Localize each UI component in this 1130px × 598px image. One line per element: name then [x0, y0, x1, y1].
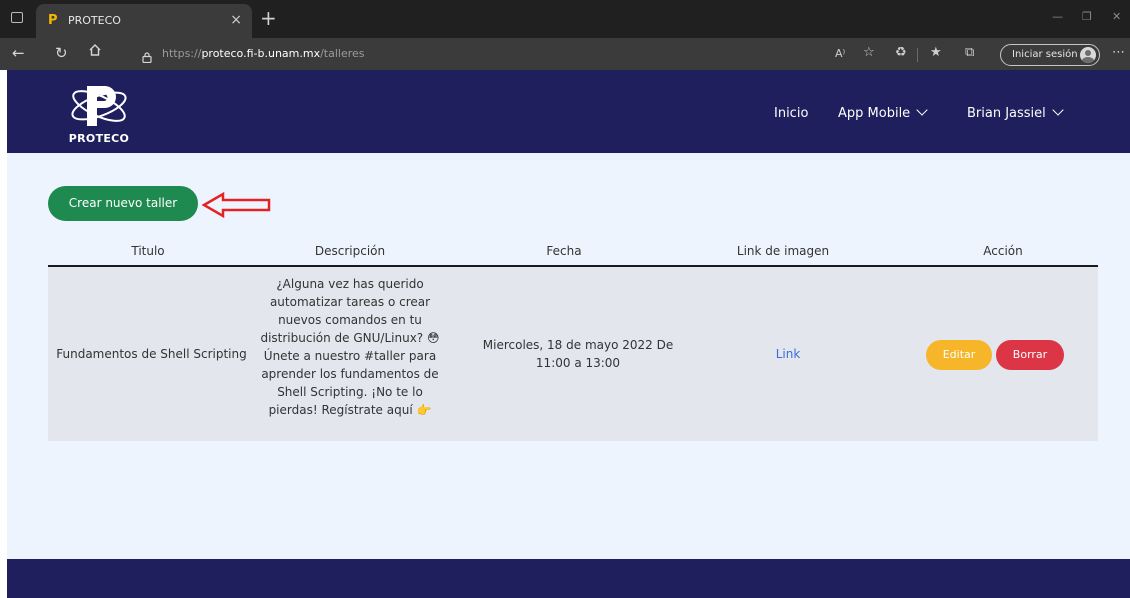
tab-actions-icon[interactable]	[11, 12, 23, 23]
tab-title: PROTECO	[68, 14, 121, 27]
close-tab-icon[interactable]: ×	[230, 12, 242, 28]
browser-tab[interactable]: P PROTECO ×	[36, 4, 252, 38]
lock-icon[interactable]	[142, 48, 152, 64]
page-content: PROTECO Inicio App Mobile Brian Jassiel …	[7, 70, 1130, 598]
favorite-add-icon[interactable]: ☆	[863, 45, 875, 60]
proteco-logo[interactable]: PROTECO	[59, 80, 139, 146]
proteco-logo-icon	[71, 86, 127, 126]
create-workshop-button[interactable]: Crear nuevo taller	[48, 186, 198, 221]
favorites-icon[interactable]: ★	[930, 45, 942, 60]
address-bar: ← ↻ https://proteco.fi-b.unam.mx/tallere…	[0, 38, 1130, 70]
refresh-icon[interactable]: ↻	[55, 44, 68, 62]
edit-button[interactable]: Editar	[926, 340, 992, 370]
column-header-accion: Acción	[983, 244, 1023, 258]
red-arrow-annotation	[201, 191, 271, 219]
new-tab-icon[interactable]: +	[260, 6, 277, 30]
signin-label: Iniciar sesión	[1012, 49, 1078, 60]
column-header-fecha: Fecha	[546, 244, 582, 258]
back-icon[interactable]: ←	[12, 44, 25, 62]
logo-text: PROTECO	[68, 132, 130, 145]
site-footer	[7, 559, 1130, 598]
proteco-favicon-icon: P	[48, 13, 58, 28]
restore-icon[interactable]: ❐	[1082, 10, 1092, 23]
column-header-descripcion: Descripción	[314, 244, 386, 258]
chevron-down-icon	[916, 104, 928, 116]
minimize-icon[interactable]: —	[1052, 10, 1063, 23]
table-row: Fundamentos de Shell Scripting ¿Alguna v…	[48, 267, 1098, 441]
profile-icon	[1080, 47, 1096, 63]
url-field[interactable]: https://proteco.fi-b.unam.mx/talleres	[162, 47, 365, 60]
cell-descripcion: ¿Alguna vez has querido automatizar tare…	[260, 277, 440, 417]
browser-tab-bar: P PROTECO × + — ❐ ✕	[0, 0, 1130, 38]
nav-link-app-mobile[interactable]: App Mobile	[838, 104, 928, 121]
column-header-titulo: Titulo	[131, 244, 165, 258]
more-icon[interactable]: ⋯	[1112, 45, 1125, 60]
chevron-down-icon	[1052, 104, 1064, 116]
signin-button[interactable]: Iniciar sesión	[1000, 44, 1100, 66]
nav-link-user-menu[interactable]: Brian Jassiel	[967, 104, 1064, 121]
image-link[interactable]: Link	[678, 345, 898, 363]
nav-link-inicio[interactable]: Inicio	[774, 106, 808, 121]
read-aloud-icon[interactable]: A⁾	[835, 47, 845, 60]
cell-titulo: Fundamentos de Shell Scripting	[56, 347, 247, 361]
delete-button[interactable]: Borrar	[996, 340, 1064, 370]
column-header-link: Link de imagen	[736, 244, 830, 258]
toolbar-separator	[917, 48, 918, 62]
extensions-icon[interactable]: ♻	[895, 45, 907, 60]
collections-icon[interactable]: ⧉	[965, 45, 974, 60]
site-navbar: PROTECO Inicio App Mobile Brian Jassiel	[7, 70, 1130, 153]
close-window-icon[interactable]: ✕	[1112, 10, 1121, 23]
home-icon[interactable]	[88, 43, 102, 61]
cell-fecha: Miercoles, 18 de mayo 2022 De 11:00 a 13…	[482, 338, 674, 370]
